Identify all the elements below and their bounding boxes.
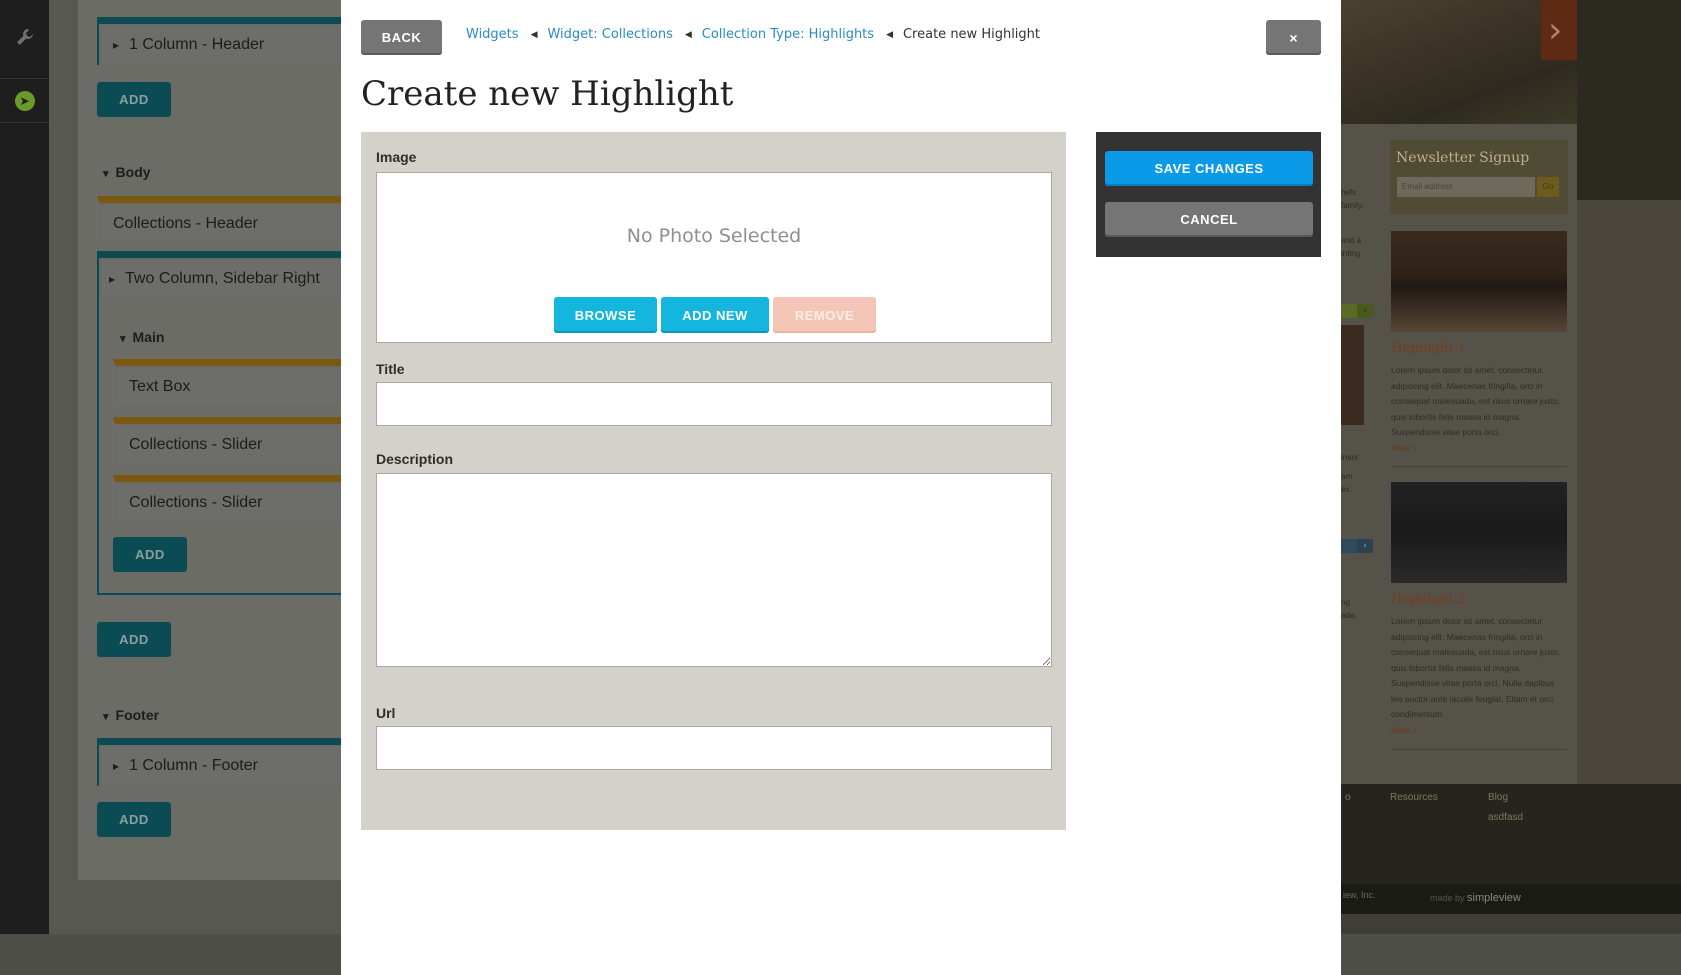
builder-item[interactable]: Text Box: [113, 359, 341, 407]
highlight-text: Lorem ipsum dolor sit amet, consectetur …: [1391, 614, 1563, 738]
left-toolbar: ➤: [0, 0, 49, 934]
builder-item[interactable]: 1 Column - Footer: [97, 738, 341, 786]
newsletter-go-button[interactable]: Go: [1537, 177, 1559, 197]
action-panel: SAVE CHANGES CANCEL: [1096, 132, 1321, 257]
add-button[interactable]: ADD: [113, 537, 187, 572]
newsletter-email-input[interactable]: Email address: [1397, 177, 1535, 197]
builder-item-label: 1 Column - Header: [113, 36, 264, 54]
breadcrumb-link-widgets[interactable]: Widgets: [466, 27, 519, 42]
section-toggle-body[interactable]: Body: [103, 164, 151, 180]
section-toggle-main[interactable]: Main: [120, 329, 165, 345]
wrench-tool[interactable]: [0, 0, 49, 79]
more-link[interactable]: More »: [1391, 725, 1417, 735]
side-snippet: hefs family,: [1341, 188, 1363, 210]
side-snippet: ng ada,: [1341, 598, 1357, 620]
title-input[interactable]: [376, 382, 1052, 426]
breadcrumb: Widgets ◀ Widget: Collections ◀ Collecti…: [466, 27, 1040, 42]
builder-item[interactable]: Collections - Slider: [113, 475, 341, 523]
builder-item-label: Collections - Slider: [129, 436, 263, 453]
caret-left-icon: ◀: [530, 29, 538, 40]
credit-brand[interactable]: simpleview: [1467, 892, 1521, 904]
footer-link-asdfasd[interactable]: asdfasd: [1488, 812, 1523, 823]
highlight-form: Image No Photo Selected BROWSE ADD NEW R…: [361, 132, 1066, 830]
description-textarea[interactable]: [376, 473, 1052, 667]
add-button[interactable]: ADD: [97, 622, 171, 657]
highlight-image[interactable]: [1391, 482, 1567, 583]
url-input[interactable]: [376, 726, 1052, 770]
side-image: [1341, 325, 1364, 425]
back-button[interactable]: BACK: [361, 20, 442, 55]
highlight-body: Lorem ipsum dolor sit amet, consectetur …: [1391, 616, 1561, 719]
site-body-right: [1577, 200, 1681, 784]
image-picker: No Photo Selected BROWSE ADD NEW REMOVE: [376, 172, 1052, 343]
credit-prefix: made by: [1430, 893, 1465, 903]
caret-left-icon: ◀: [684, 29, 692, 40]
highlight-image[interactable]: [1391, 231, 1567, 332]
footer-link-blog[interactable]: Blog: [1488, 792, 1508, 803]
caret-left-icon: ◀: [886, 29, 893, 40]
site-dark-column: [1577, 0, 1681, 200]
divider: [1391, 466, 1567, 467]
divider: [1391, 749, 1567, 750]
chevron-right-icon[interactable]: ›: [1357, 539, 1373, 553]
footer-link-resources[interactable]: Resources: [1390, 792, 1438, 803]
go-tool[interactable]: ➤: [0, 79, 49, 123]
close-button[interactable]: ×: [1266, 20, 1321, 55]
highlight-text: Lorem ipsum dolor sit amet, consectetur …: [1391, 363, 1563, 456]
highlight-body: Lorem ipsum dolor sit amet, consectetur …: [1391, 365, 1561, 437]
breadcrumb-current: Create new Highlight: [902, 27, 1041, 42]
remove-button[interactable]: REMOVE: [773, 297, 876, 333]
builder-item-label: 1 Column - Footer: [113, 757, 258, 775]
breadcrumb-link-widget-collections[interactable]: Widget: Collections: [547, 27, 672, 42]
section-toggle-footer[interactable]: Footer: [103, 707, 160, 723]
mini-slider: ›: [1341, 539, 1373, 553]
browse-button[interactable]: BROWSE: [554, 297, 657, 333]
side-snippet: and a inting: [1341, 236, 1362, 258]
newsletter-title: Newsletter Signup: [1396, 150, 1530, 166]
side-snippet: am ex.: [1341, 472, 1353, 494]
add-button[interactable]: ADD: [97, 802, 171, 837]
save-changes-button[interactable]: SAVE CHANGES: [1105, 151, 1313, 186]
builder-item-label: Collections - Header: [113, 215, 258, 232]
builder-item[interactable]: Collections - Slider: [113, 417, 341, 465]
description-label: Description: [376, 451, 454, 467]
add-button[interactable]: ADD: [97, 82, 171, 117]
no-photo-text: No Photo Selected: [626, 225, 802, 247]
title-label: Title: [376, 361, 405, 377]
chevron-right-icon[interactable]: ›: [1548, 10, 1562, 51]
chevron-right-icon[interactable]: ›: [1357, 304, 1373, 318]
credit: made by simpleview: [1430, 892, 1521, 904]
more-link[interactable]: More »: [1391, 443, 1417, 453]
builder-item-label: Text Box: [129, 378, 191, 395]
breadcrumb-link-collection-type[interactable]: Collection Type: Highlights: [702, 27, 874, 42]
highlight-title[interactable]: Highlight 2: [1391, 592, 1466, 607]
highlight-title[interactable]: Highlight 1: [1391, 341, 1466, 356]
page-title: Create new Highlight: [361, 74, 734, 114]
footer-fragment: o: [1345, 792, 1351, 803]
create-highlight-modal: BACK Widgets ◀ Widget: Collections ◀ Col…: [341, 0, 1341, 975]
builder-item[interactable]: 1 Column - Header: [97, 17, 341, 65]
copyright-fragment: iew, Inc.: [1343, 890, 1376, 900]
image-label: Image: [376, 149, 417, 165]
mini-slider: ›: [1341, 304, 1373, 318]
cancel-button[interactable]: CANCEL: [1105, 202, 1313, 237]
add-new-button[interactable]: ADD NEW: [661, 297, 769, 333]
builder-item[interactable]: Collections - Header: [97, 196, 341, 244]
builder-item-label: Collections - Slider: [129, 494, 263, 511]
url-label: Url: [376, 705, 396, 721]
wrench-icon: [15, 27, 35, 51]
side-snippet: inani: [1341, 453, 1358, 462]
arrow-right-circle-icon: ➤: [14, 90, 35, 111]
